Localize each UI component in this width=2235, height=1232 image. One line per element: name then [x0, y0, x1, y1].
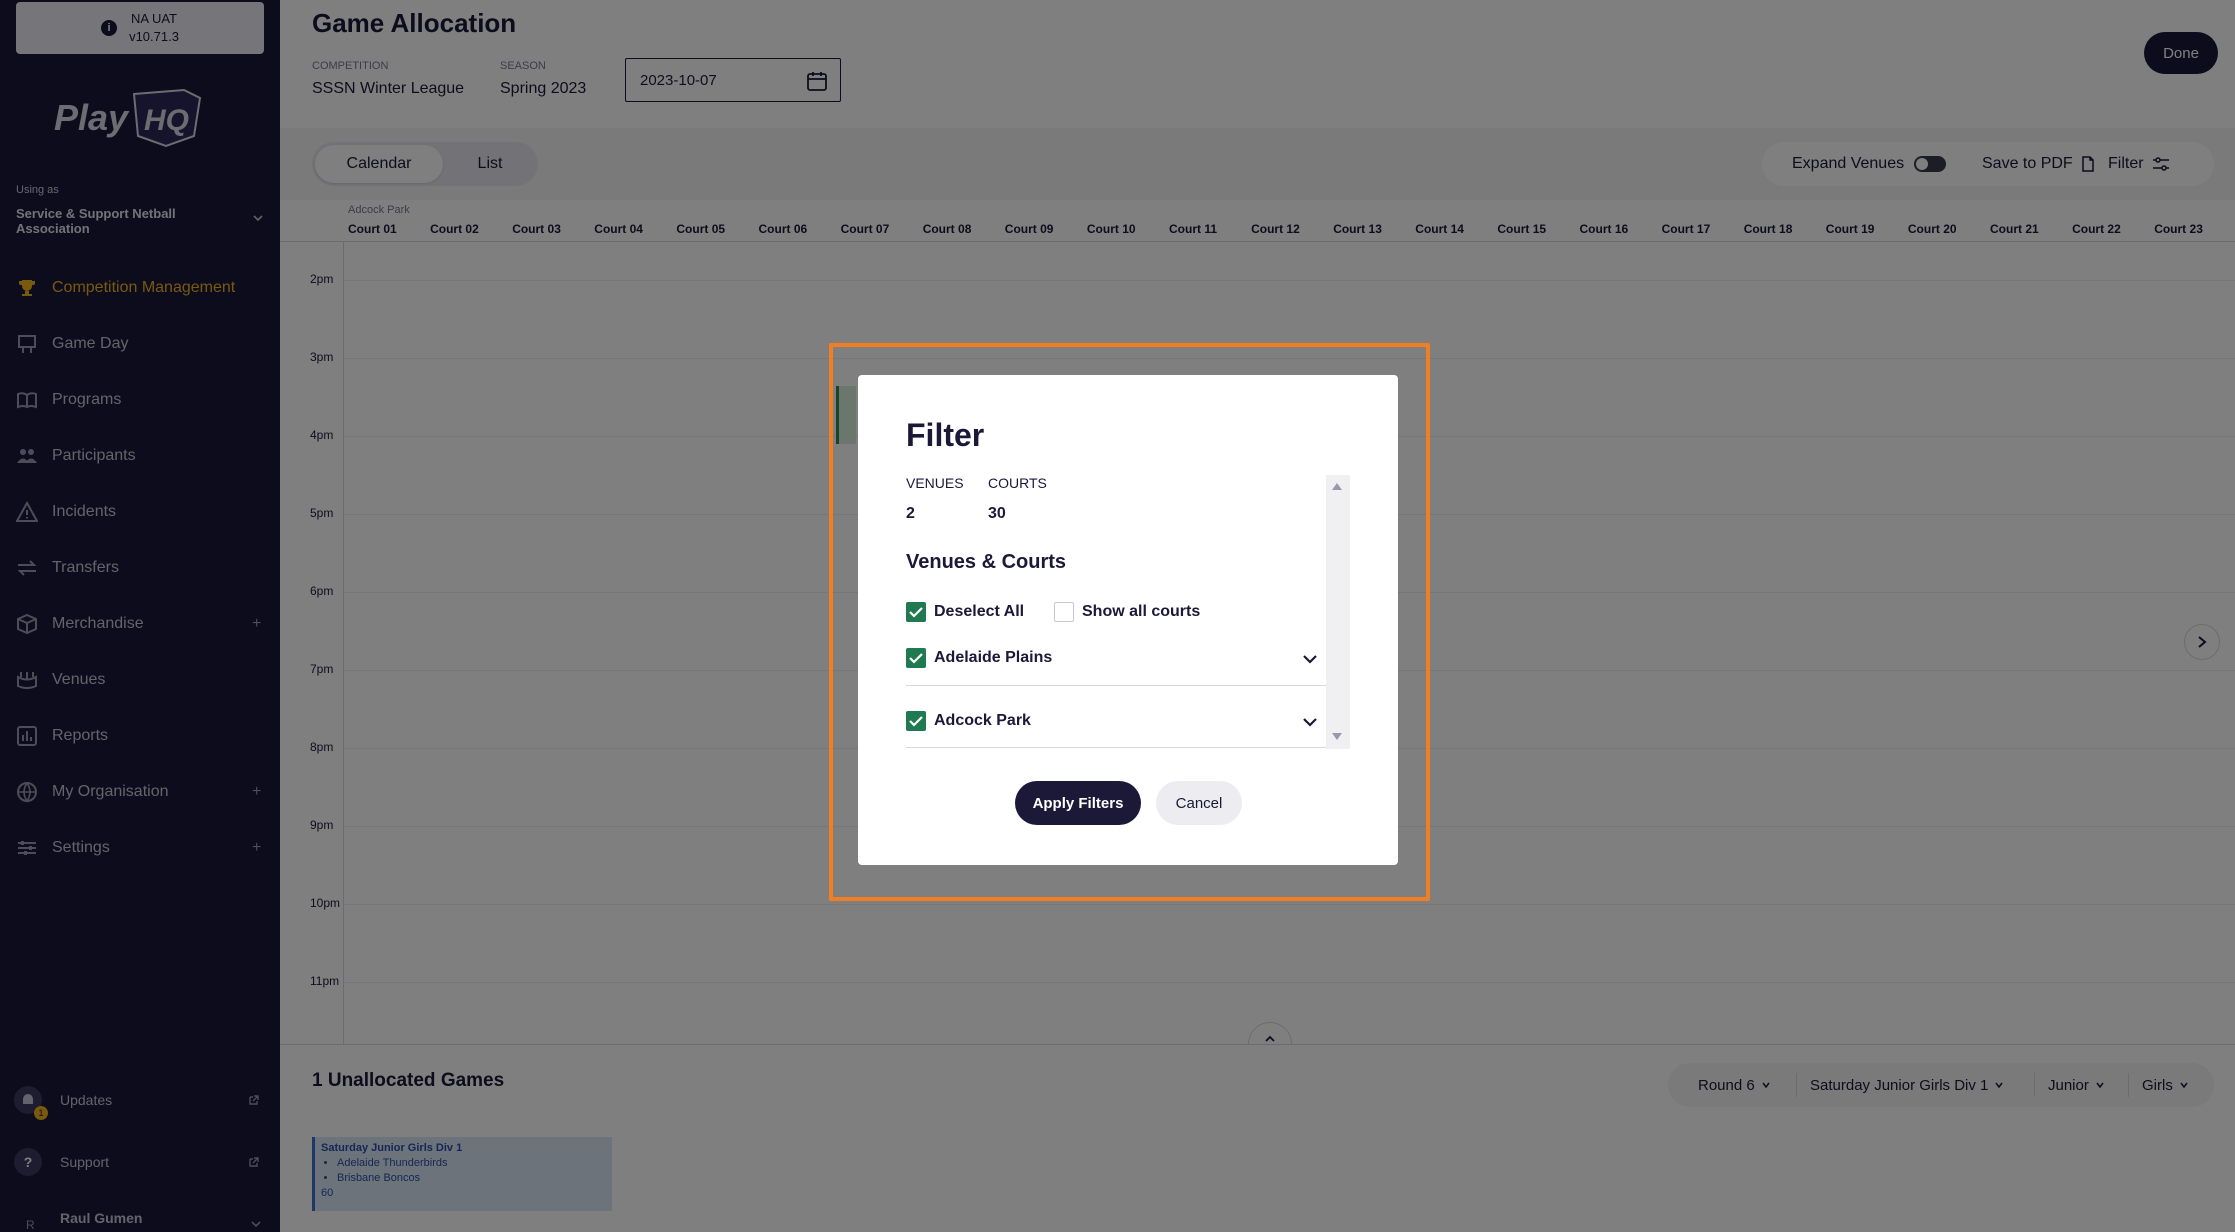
checkmark-icon: [909, 653, 923, 664]
divider: [906, 685, 1326, 686]
cancel-button[interactable]: Cancel: [1156, 781, 1242, 825]
venue-name[interactable]: Adelaide Plains: [934, 649, 1052, 667]
filter-modal: Filter VENUES 2 COURTS 30 Venues & Court…: [858, 375, 1398, 865]
deselect-all-label[interactable]: Deselect All: [934, 603, 1024, 621]
venues-courts-heading: Venues & Courts: [906, 551, 1067, 573]
scroll-down-icon[interactable]: [1332, 733, 1342, 740]
venue-name[interactable]: Adcock Park: [934, 712, 1031, 730]
venue-checkbox-adcock-park[interactable]: [906, 711, 926, 731]
courts-label: COURTS: [988, 475, 1047, 491]
show-all-courts-checkbox[interactable]: [1054, 602, 1074, 622]
courts-count: 30: [988, 505, 1006, 522]
deselect-all-checkbox[interactable]: [906, 602, 926, 622]
filter-scroll-area[interactable]: VENUES 2 COURTS 30 Venues & Courts Desel…: [906, 475, 1350, 749]
venues-label: VENUES: [906, 475, 964, 491]
divider: [906, 747, 1326, 748]
venues-count: 2: [906, 505, 915, 522]
show-all-courts-label[interactable]: Show all courts: [1082, 603, 1200, 621]
scroll-up-icon[interactable]: [1332, 483, 1342, 490]
checkmark-icon: [909, 607, 923, 618]
apply-filters-button[interactable]: Apply Filters: [1015, 781, 1141, 825]
chevron-down-icon[interactable]: [1300, 712, 1320, 732]
scrollbar[interactable]: [1326, 475, 1350, 749]
venue-checkbox-adelaide-plains[interactable]: [906, 648, 926, 668]
checkmark-icon: [909, 716, 923, 727]
chevron-down-icon[interactable]: [1300, 649, 1320, 669]
modal-title: Filter: [906, 417, 985, 453]
